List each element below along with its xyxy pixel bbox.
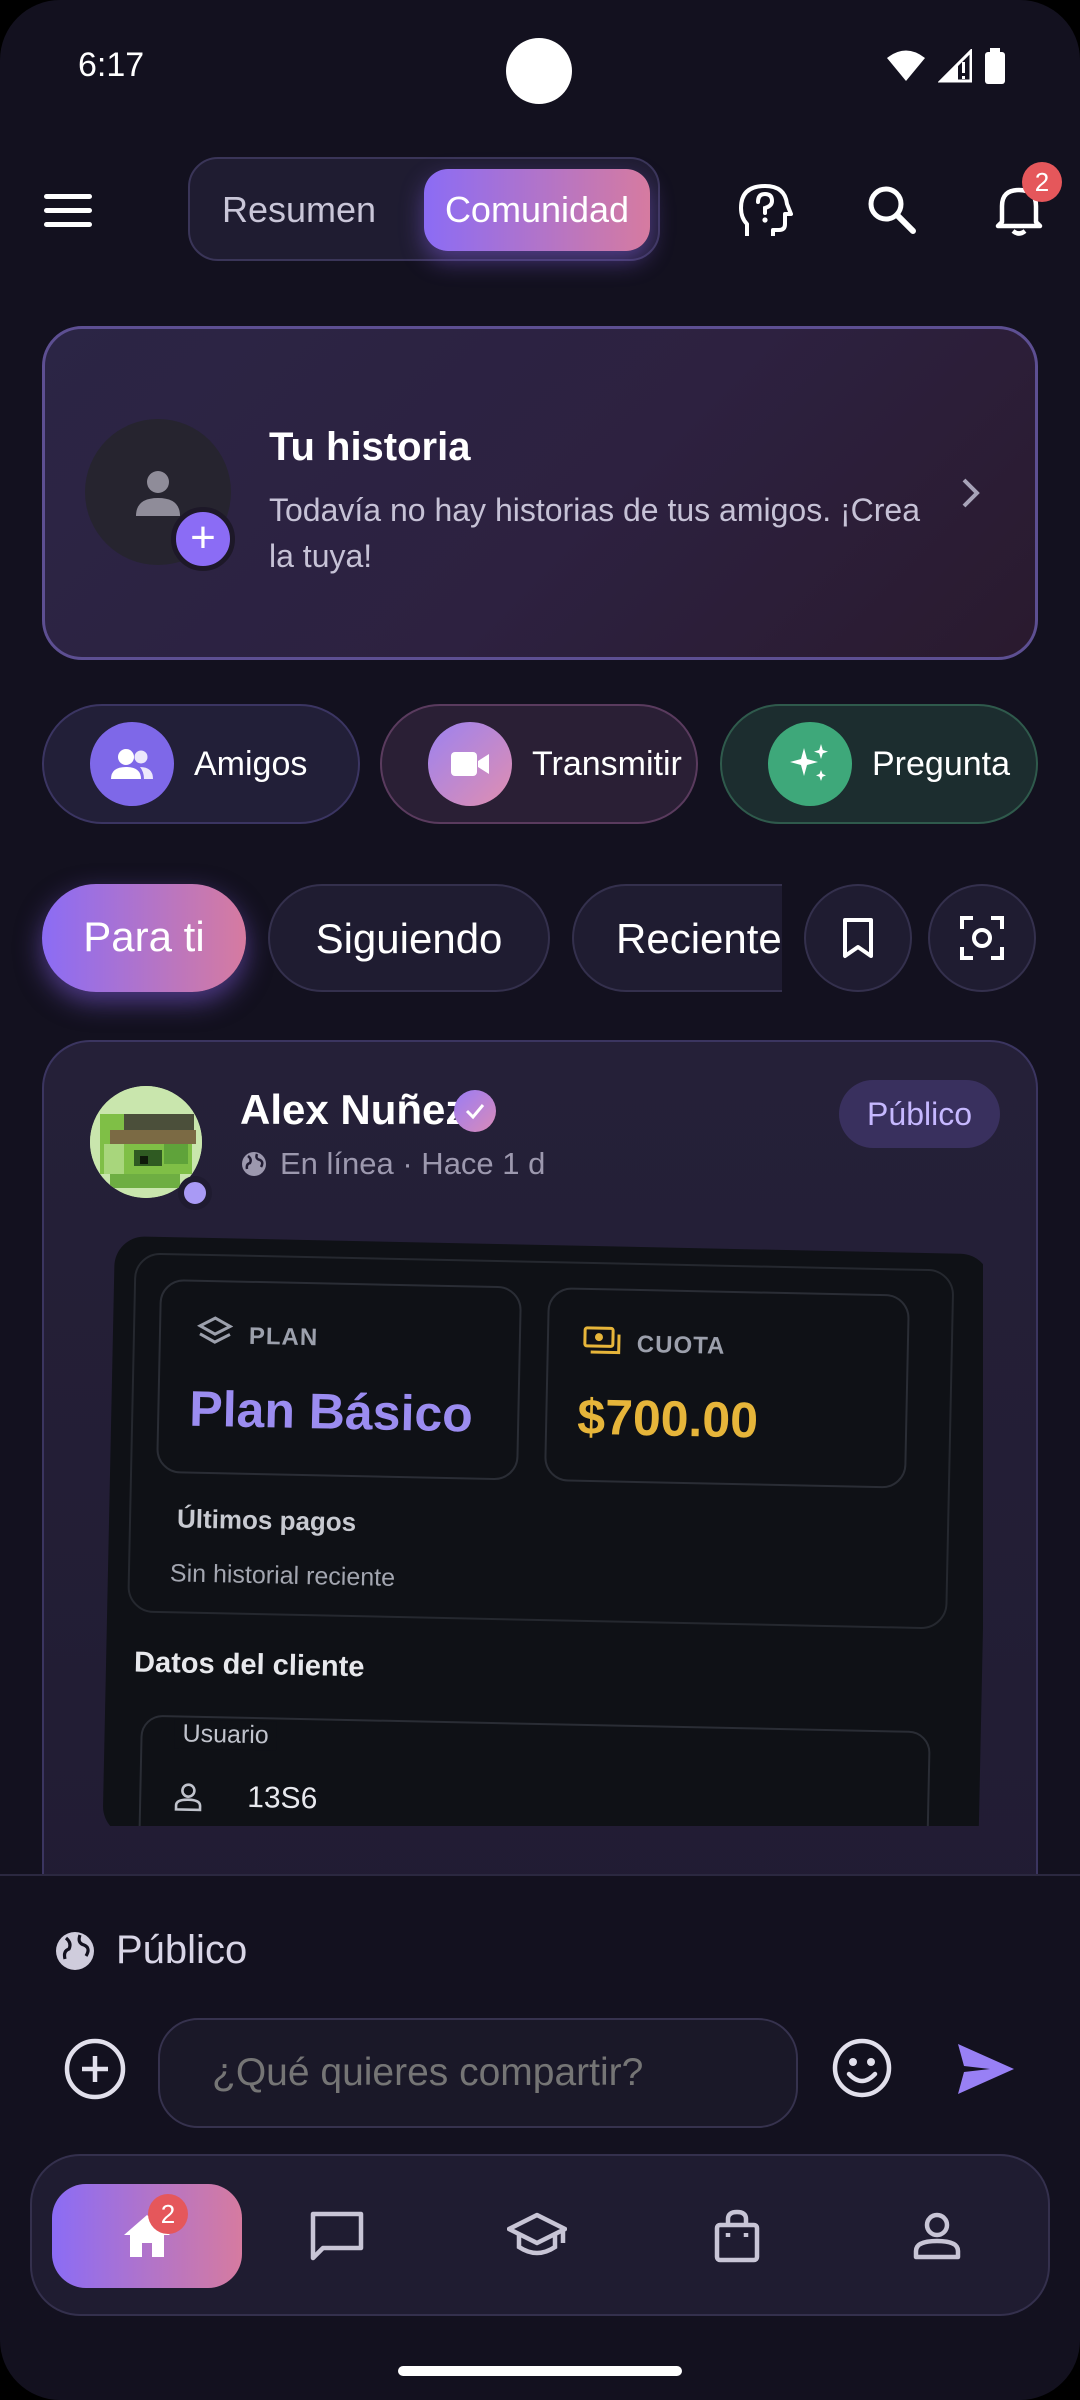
profile-icon bbox=[913, 2212, 961, 2260]
compose-input[interactable] bbox=[158, 2018, 798, 2128]
friends-chip-label: Amigos bbox=[194, 744, 308, 783]
tab-siguiendo[interactable]: Siguiendo bbox=[268, 884, 550, 992]
psychology-help-icon bbox=[739, 184, 793, 236]
globe-icon bbox=[56, 1931, 94, 1970]
layers-icon bbox=[196, 1316, 234, 1344]
payments-empty: Sin historial reciente bbox=[169, 1559, 396, 1592]
video-icon bbox=[428, 722, 512, 806]
home-indicator[interactable] bbox=[398, 2366, 682, 2376]
visibility-badge: Público bbox=[839, 1080, 1000, 1148]
chat-icon bbox=[310, 2211, 364, 2261]
signal-icon bbox=[938, 49, 972, 83]
wifi-icon bbox=[887, 50, 925, 81]
post-status: En línea · Hace 1 d bbox=[280, 1146, 546, 1181]
online-indicator bbox=[178, 1176, 212, 1210]
post-card[interactable]: Alex Nuñez En línea · Hace 1 d Público P… bbox=[42, 1040, 1038, 1940]
story-title: Tu historia bbox=[269, 425, 471, 469]
person-outline-icon bbox=[174, 1783, 202, 1812]
nav-shop[interactable] bbox=[642, 2184, 832, 2288]
nav-home[interactable]: 2 bbox=[52, 2184, 242, 2288]
notification-badge: 2 bbox=[1022, 162, 1062, 202]
cuota-value: $700.00 bbox=[576, 1388, 759, 1449]
emoji-icon[interactable] bbox=[830, 2036, 894, 2100]
user-field-value-row: 13S6 bbox=[174, 1780, 318, 1816]
plan-panel: PLAN Plan Básico CUOTA $700.00 Últimos p… bbox=[127, 1252, 955, 1630]
user-field-value: 13S6 bbox=[246, 1780, 318, 1816]
plan-box: PLAN Plan Básico bbox=[156, 1278, 523, 1481]
shopping-bag-icon bbox=[714, 2209, 760, 2263]
cuota-box: CUOTA $700.00 bbox=[543, 1287, 910, 1489]
user-field-label: Usuario bbox=[174, 1719, 278, 1751]
menu-icon-line bbox=[44, 193, 92, 199]
person-icon bbox=[136, 471, 180, 516]
bookmark-icon bbox=[843, 918, 873, 958]
add-circle-icon[interactable] bbox=[62, 2036, 128, 2102]
battery-icon bbox=[985, 48, 1005, 84]
add-story-icon[interactable]: + bbox=[171, 507, 235, 571]
home-badge: 2 bbox=[148, 2194, 188, 2234]
question-chip[interactable]: Pregunta bbox=[720, 704, 1038, 824]
post-image[interactable]: PLAN Plan Básico CUOTA $700.00 Últimos p… bbox=[99, 1236, 983, 1826]
stream-chip-label: Transmitir bbox=[532, 744, 682, 783]
story-card[interactable]: + Tu historia Todavía no hay historias d… bbox=[42, 326, 1038, 660]
saved-button[interactable] bbox=[804, 884, 912, 992]
people-icon bbox=[90, 722, 174, 806]
nav-chat[interactable] bbox=[242, 2184, 432, 2288]
payments-title: Últimos pagos bbox=[176, 1503, 357, 1538]
scan-icon bbox=[960, 916, 1004, 960]
stream-chip[interactable]: Transmitir bbox=[380, 704, 698, 824]
segment-comunidad[interactable]: Comunidad bbox=[424, 169, 650, 251]
menu-button[interactable] bbox=[44, 180, 104, 240]
cuota-label: CUOTA bbox=[636, 1330, 726, 1360]
story-subtitle: Todavía no hay historias de tus amigos. … bbox=[269, 492, 920, 574]
scan-button[interactable] bbox=[928, 884, 1036, 992]
author-name[interactable]: Alex Nuñez bbox=[240, 1086, 466, 1134]
globe-icon bbox=[242, 1152, 266, 1176]
plan-label: PLAN bbox=[248, 1322, 319, 1352]
status-time: 6:17 bbox=[78, 46, 145, 84]
segment-resumen[interactable]: Resumen bbox=[214, 169, 384, 251]
verified-icon bbox=[454, 1090, 496, 1132]
app-screen: 6:17 Resumen Comunidad 2 + Tu historia T… bbox=[0, 0, 1080, 2400]
question-chip-label: Pregunta bbox=[872, 744, 1010, 783]
school-icon bbox=[507, 2212, 567, 2256]
help-button[interactable] bbox=[730, 174, 800, 244]
sparkles-icon bbox=[768, 722, 852, 806]
plan-value: Plan Básico bbox=[188, 1380, 474, 1443]
bottom-navigation: 2 bbox=[30, 2154, 1050, 2316]
nav-learning[interactable] bbox=[442, 2184, 632, 2288]
menu-icon-line bbox=[44, 207, 92, 213]
tab-para-ti[interactable]: Para ti bbox=[42, 884, 246, 992]
nav-profile[interactable] bbox=[842, 2184, 1032, 2288]
payments-icon bbox=[583, 1326, 621, 1355]
tab-reciente[interactable]: Reciente bbox=[572, 884, 782, 992]
post-meta: En línea · Hace 1 d bbox=[240, 1146, 545, 1182]
search-icon bbox=[868, 186, 916, 234]
menu-icon-line bbox=[44, 221, 92, 227]
status-icons bbox=[886, 48, 1006, 84]
send-icon[interactable] bbox=[950, 2034, 1020, 2104]
friends-chip[interactable]: Amigos bbox=[42, 704, 360, 824]
composer: Público bbox=[0, 1874, 1080, 2154]
camera-cutout bbox=[506, 38, 572, 104]
chevron-right-icon bbox=[962, 478, 980, 508]
search-button[interactable] bbox=[856, 174, 926, 244]
client-data-title: Datos del cliente bbox=[133, 1646, 365, 1684]
post-image-screenshot: PLAN Plan Básico CUOTA $700.00 Últimos p… bbox=[102, 1236, 983, 1826]
composer-visibility[interactable]: Público bbox=[54, 1928, 247, 1973]
notifications-button[interactable]: 2 bbox=[984, 162, 1062, 244]
view-segmented-control: Resumen Comunidad bbox=[188, 157, 660, 261]
composer-visibility-label: Público bbox=[116, 1928, 248, 1972]
